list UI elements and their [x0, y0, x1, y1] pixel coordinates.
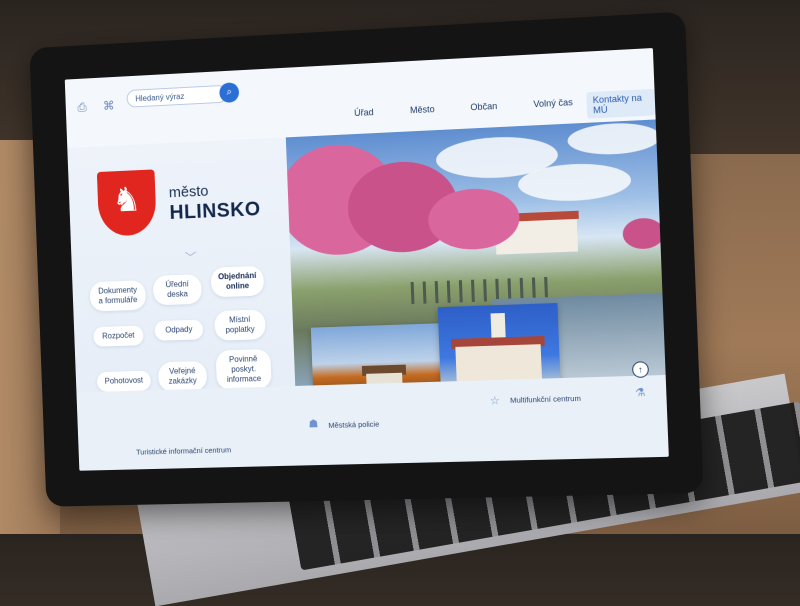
nav-urad[interactable]: Úřad	[354, 107, 374, 118]
sitemap-icon[interactable]: ⌘	[102, 99, 116, 113]
townhall-building	[455, 344, 542, 382]
website-screen: ⎙ ⌘ Hledaný výraz ⌕ Úřad Město Občan Vol…	[64, 48, 669, 471]
quicklink-povinne-informace[interactable]: Povinně poskyt. informace	[215, 348, 272, 391]
quicklink-odpady[interactable]: Odpady	[154, 319, 204, 341]
link-mestska-policie[interactable]: Městská policie	[328, 420, 379, 430]
quicklink-dokumenty[interactable]: Dokumenty a formuláře	[89, 280, 147, 312]
quicklink-rozpocet[interactable]: Rozpočet	[93, 325, 144, 347]
quicklink-objednani[interactable]: Objednání online	[210, 265, 265, 298]
print-icon[interactable]: ⎙	[75, 100, 89, 114]
cherry-tree	[622, 217, 665, 250]
quicklink-pohotovost[interactable]: Pohotovost	[96, 370, 152, 392]
brand-prefix: město	[168, 182, 209, 202]
search-input[interactable]: Hledaný výraz	[126, 84, 228, 108]
search-button[interactable]: ⌕	[219, 82, 240, 103]
search-icon: ⌕	[226, 86, 233, 98]
brand-name: HLINSKO	[169, 198, 261, 224]
city-crest[interactable]: ♞	[96, 169, 157, 237]
laptop-bezel: ⎙ ⌘ Hledaný výraz ⌕ Úřad Město Občan Vol…	[29, 11, 704, 507]
shield-star-icon: ☆	[489, 395, 501, 408]
horse-icon: ♞	[111, 180, 143, 220]
chevron-down-icon: ﹀	[184, 250, 197, 265]
quicklink-verejne-zakazky[interactable]: Veřejné zakázky	[157, 360, 208, 392]
nav-volny-cas[interactable]: Volný čas	[533, 97, 573, 109]
nav-mesto[interactable]: Město	[410, 104, 435, 115]
flask-icon: ⚗	[634, 386, 646, 400]
arrow-up-icon: ↑	[637, 364, 644, 375]
person-icon: ☗	[308, 418, 319, 431]
quicklink-uredni-deska[interactable]: Úřední deska	[152, 274, 203, 306]
nav-obcan[interactable]: Občan	[470, 101, 497, 112]
cloud	[566, 121, 662, 157]
quicklink-mistni-poplatky[interactable]: Místní poplatky	[214, 309, 266, 341]
nav-kontakty[interactable]: Kontakty na MÚ	[586, 88, 656, 119]
